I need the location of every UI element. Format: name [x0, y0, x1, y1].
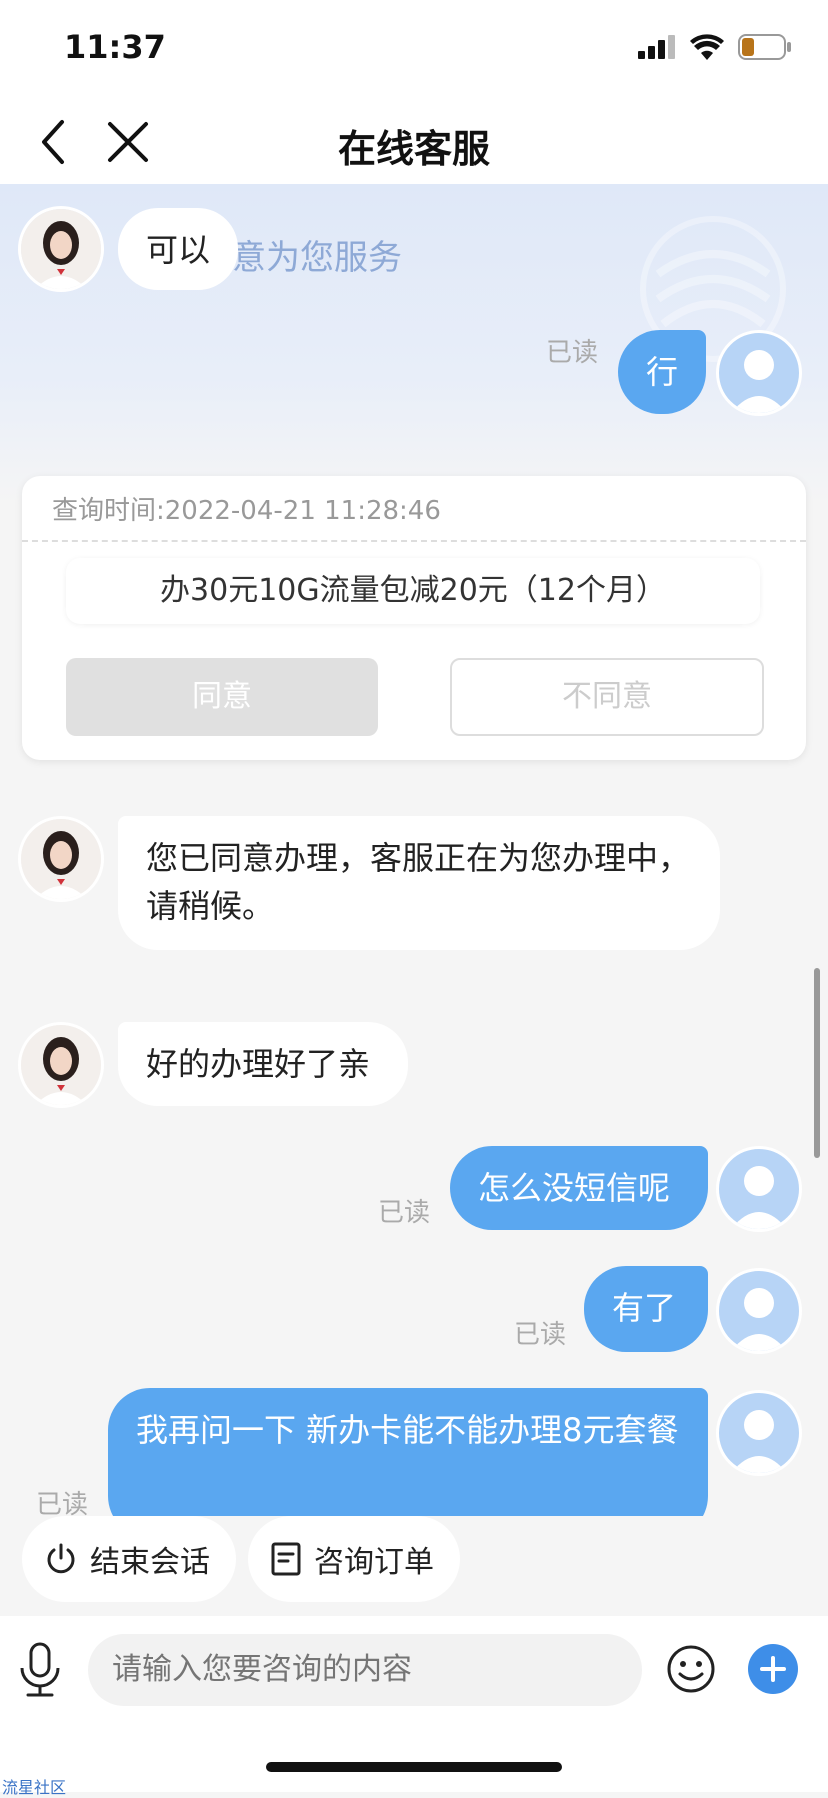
agree-button[interactable]: 同意 — [66, 658, 378, 736]
home-indicator — [266, 1762, 562, 1772]
read-receipt: 已读 — [378, 1198, 431, 1228]
user-avatar-icon — [731, 1410, 787, 1473]
offer-text: 办30元10G流量包减20元（12个月） — [66, 558, 760, 624]
plus-icon — [760, 1656, 786, 1682]
agent-message: 好的办理好了亲 — [118, 1022, 408, 1106]
end-session-button[interactable]: 结束会话 — [22, 1516, 236, 1602]
status-icons — [638, 34, 792, 60]
disagree-button[interactable]: 不同意 — [450, 658, 764, 736]
user-message: 我再问一下 新办卡能不能办理8元套餐 — [108, 1388, 708, 1516]
user-avatar — [716, 1268, 802, 1354]
agent-avatar — [18, 1022, 104, 1108]
user-avatar — [716, 330, 802, 416]
watermark: 流星社区 — [2, 1778, 67, 1797]
read-receipt: 已读 — [514, 1320, 567, 1350]
query-time: 查询时间:2022-04-21 11:28:46 — [52, 496, 441, 526]
agent-message: 您已同意办理，客服正在为您办理中，请稍候。 — [118, 816, 720, 950]
emoji-icon[interactable] — [666, 1644, 716, 1694]
agent-avatar — [18, 816, 104, 902]
user-message: 怎么没短信呢 — [450, 1146, 708, 1230]
add-button[interactable] — [748, 1644, 798, 1694]
banner-text: 意为您服务 — [232, 238, 402, 278]
status-time: 11:37 — [64, 28, 166, 66]
order-inquiry-label: 咨询订单 — [314, 1545, 434, 1580]
power-icon — [47, 1543, 75, 1574]
user-message: 有了 — [584, 1266, 708, 1352]
agent-avatar-icon — [21, 209, 101, 289]
read-receipt: 已读 — [36, 1490, 89, 1516]
user-avatar-icon — [731, 1166, 787, 1229]
user-message: 行 — [618, 330, 707, 414]
page-title: 在线客服 — [337, 127, 490, 171]
chat-area[interactable]: 意为您服务 可以 已读 行 查询时间:2022-04-21 11:28:46 办… — [0, 184, 828, 1516]
status-bar: 11:37 — [0, 0, 828, 100]
end-session-label: 结束会话 — [90, 1545, 210, 1580]
order-inquiry-button[interactable]: 咨询订单 — [248, 1516, 460, 1602]
agent-message: 可以 — [118, 208, 239, 290]
user-avatar — [716, 1146, 802, 1232]
agent-avatar-icon — [21, 819, 101, 899]
agent-avatar-icon — [21, 1025, 101, 1105]
input-bar: 流星社区 — [0, 1616, 828, 1797]
wifi-icon — [690, 34, 724, 60]
document-icon — [271, 1542, 301, 1576]
user-avatar-icon — [731, 350, 787, 413]
message-input[interactable] — [88, 1634, 642, 1706]
nav-bar: 在线客服 — [0, 100, 828, 184]
agent-avatar — [18, 206, 104, 292]
divider — [22, 540, 806, 542]
order-confirm-card: 查询时间:2022-04-21 11:28:46 办30元10G流量包减20元（… — [22, 476, 806, 760]
read-receipt: 已读 — [546, 338, 599, 368]
user-avatar-icon — [731, 1288, 787, 1351]
signal-icon — [638, 35, 675, 59]
user-avatar — [716, 1390, 802, 1476]
microphone-icon[interactable] — [18, 1642, 62, 1698]
battery-icon — [738, 34, 791, 60]
scrollbar[interactable] — [814, 968, 820, 1158]
